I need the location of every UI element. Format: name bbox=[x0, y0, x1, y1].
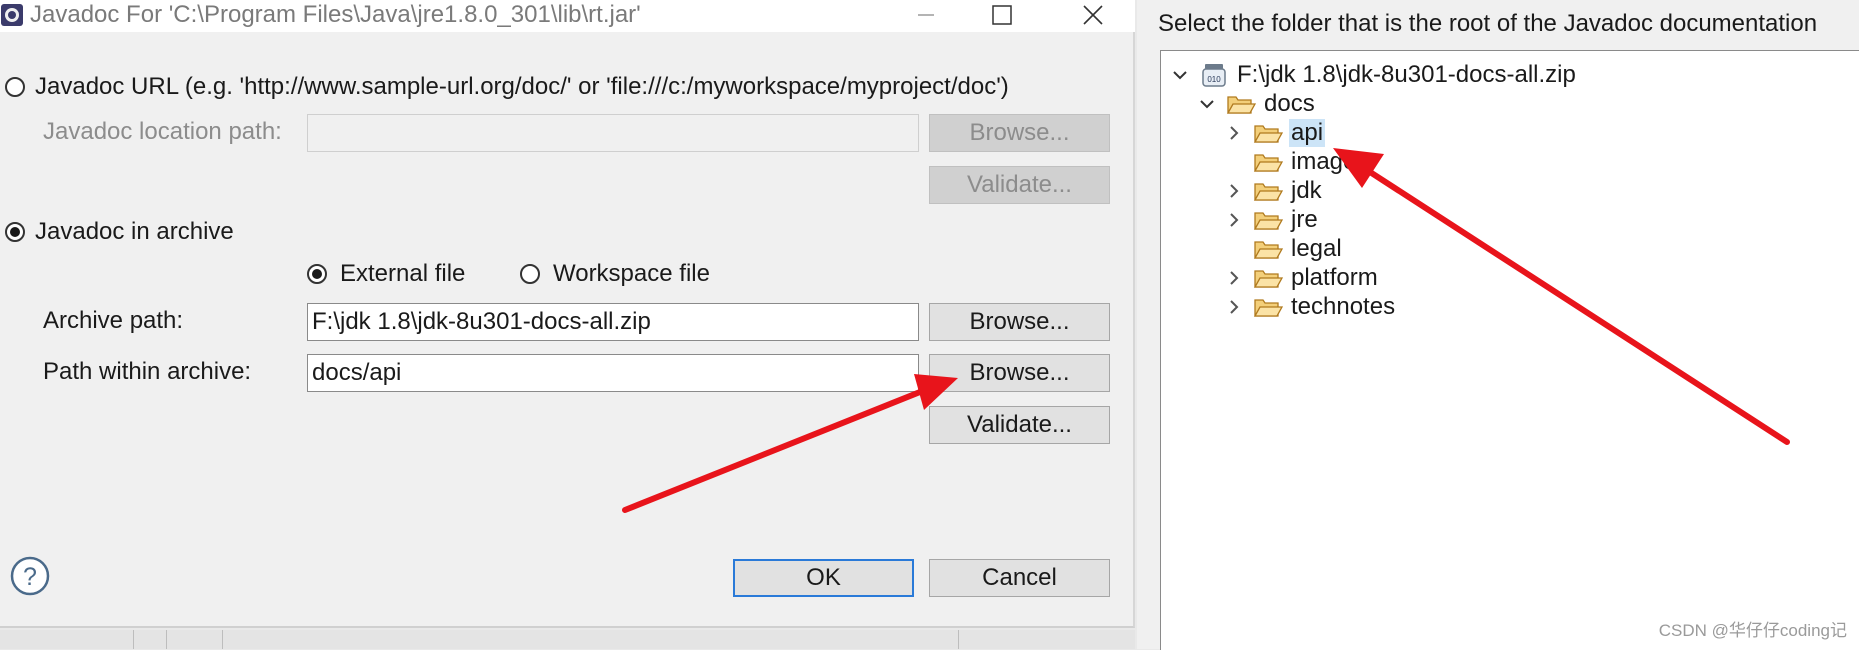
path-browse-button[interactable]: Browse... bbox=[929, 354, 1110, 392]
javadoc-dialog: Javadoc For 'C:\Program Files\Java\jre1.… bbox=[0, 0, 1135, 628]
tree-node-label: jdk bbox=[1291, 177, 1322, 204]
tree-node-images[interactable]: images bbox=[1225, 147, 1370, 177]
tree-node-api[interactable]: api bbox=[1225, 118, 1326, 148]
ok-button[interactable]: OK bbox=[733, 559, 914, 597]
tree-node-label: legal bbox=[1291, 235, 1342, 262]
chevron-down-icon[interactable] bbox=[1198, 95, 1216, 113]
chevron-right-icon[interactable] bbox=[1225, 298, 1243, 316]
svg-text:?: ? bbox=[23, 563, 37, 591]
tree-node-jdk[interactable]: jdk bbox=[1225, 176, 1324, 206]
javadoc-archive-label: Javadoc in archive bbox=[35, 218, 234, 245]
tree-node-jre[interactable]: jre bbox=[1225, 205, 1320, 235]
archive-validate-button[interactable]: Validate... bbox=[929, 406, 1110, 444]
javadoc-url-label: Javadoc URL (e.g. 'http://www.sample-url… bbox=[35, 73, 1009, 100]
workspace-file-radio[interactable] bbox=[520, 264, 540, 284]
javadoc-location-label: Javadoc location path: bbox=[43, 118, 282, 145]
location-validate-button[interactable]: Validate... bbox=[929, 166, 1110, 204]
archive-path-input[interactable] bbox=[307, 303, 919, 341]
external-file-label: External file bbox=[340, 260, 466, 287]
minimize-icon bbox=[918, 14, 934, 16]
strip-separator bbox=[133, 630, 134, 649]
folder-instruction: Select the folder that is the root of th… bbox=[1158, 10, 1818, 37]
chevron-down-icon[interactable] bbox=[1171, 66, 1189, 84]
maximize-icon bbox=[992, 5, 1012, 25]
help-icon[interactable]: ? bbox=[10, 556, 50, 596]
tree-node-technotes[interactable]: technotes bbox=[1225, 292, 1397, 322]
minimize-button[interactable] bbox=[896, 0, 956, 30]
title-bar: Javadoc For 'C:\Program Files\Java\jre1.… bbox=[0, 0, 1135, 32]
external-file-radio[interactable] bbox=[307, 264, 327, 284]
tree-node-label: F:\jdk 1.8\jdk-8u301-docs-all.zip bbox=[1237, 61, 1576, 88]
tree-node-root[interactable]: 010 F:\jdk 1.8\jdk-8u301-docs-all.zip bbox=[1171, 60, 1578, 90]
tree-node-label: platform bbox=[1291, 264, 1378, 291]
chevron-placeholder bbox=[1225, 153, 1243, 171]
svg-text:010: 010 bbox=[1207, 75, 1221, 84]
tree-node-label: images bbox=[1291, 148, 1369, 175]
javadoc-archive-radio[interactable] bbox=[5, 222, 25, 242]
tree-node-platform[interactable]: platform bbox=[1225, 263, 1380, 293]
archive-path-label: Archive path: bbox=[43, 307, 184, 334]
strip-separator bbox=[166, 630, 167, 649]
folder-open-icon bbox=[1253, 183, 1283, 201]
chevron-placeholder bbox=[1225, 240, 1243, 258]
folder-open-icon bbox=[1226, 96, 1256, 114]
background-window-strip bbox=[0, 630, 1135, 649]
folder-open-icon bbox=[1253, 125, 1283, 143]
javadoc-location-input[interactable] bbox=[307, 114, 919, 152]
close-button[interactable] bbox=[1063, 0, 1123, 30]
maximize-button[interactable] bbox=[972, 0, 1032, 30]
strip-separator bbox=[222, 630, 223, 649]
chevron-right-icon[interactable] bbox=[1225, 211, 1243, 229]
tree-node-label: technotes bbox=[1291, 293, 1396, 320]
tree-node-docs[interactable]: docs bbox=[1198, 89, 1317, 119]
chevron-right-icon[interactable] bbox=[1225, 124, 1243, 142]
folder-selection-dialog: Select the folder that is the root of th… bbox=[1137, 0, 1859, 650]
close-icon bbox=[1083, 5, 1103, 25]
javadoc-url-radio[interactable] bbox=[5, 77, 25, 97]
tree-node-legal[interactable]: legal bbox=[1225, 234, 1344, 264]
path-within-archive-label: Path within archive: bbox=[43, 358, 252, 385]
jar-archive-icon: 010 bbox=[1202, 64, 1226, 87]
folder-open-icon bbox=[1253, 241, 1283, 259]
location-browse-button[interactable]: Browse... bbox=[929, 114, 1110, 152]
folder-open-icon bbox=[1253, 212, 1283, 230]
chevron-right-icon[interactable] bbox=[1225, 269, 1243, 287]
tree-node-label: jre bbox=[1291, 206, 1318, 233]
folder-open-icon bbox=[1253, 154, 1283, 172]
folder-open-icon bbox=[1253, 299, 1283, 317]
eclipse-app-icon bbox=[1, 4, 23, 26]
path-within-archive-input[interactable] bbox=[307, 354, 919, 392]
csdn-watermark: CSDN @华仔仔coding记 bbox=[1658, 621, 1847, 640]
folder-open-icon bbox=[1253, 270, 1283, 288]
strip-separator bbox=[958, 630, 959, 649]
dialog-title: Javadoc For 'C:\Program Files\Java\jre1.… bbox=[30, 1, 641, 28]
tree-node-label: api bbox=[1289, 119, 1326, 147]
archive-tree: 010 F:\jdk 1.8\jdk-8u301-docs-all.zip do… bbox=[1160, 50, 1859, 650]
chevron-right-icon[interactable] bbox=[1225, 182, 1243, 200]
archive-browse-button[interactable]: Browse... bbox=[929, 303, 1110, 341]
tree-node-label: docs bbox=[1264, 90, 1315, 117]
cancel-button[interactable]: Cancel bbox=[929, 559, 1110, 597]
workspace-file-label: Workspace file bbox=[553, 260, 710, 287]
